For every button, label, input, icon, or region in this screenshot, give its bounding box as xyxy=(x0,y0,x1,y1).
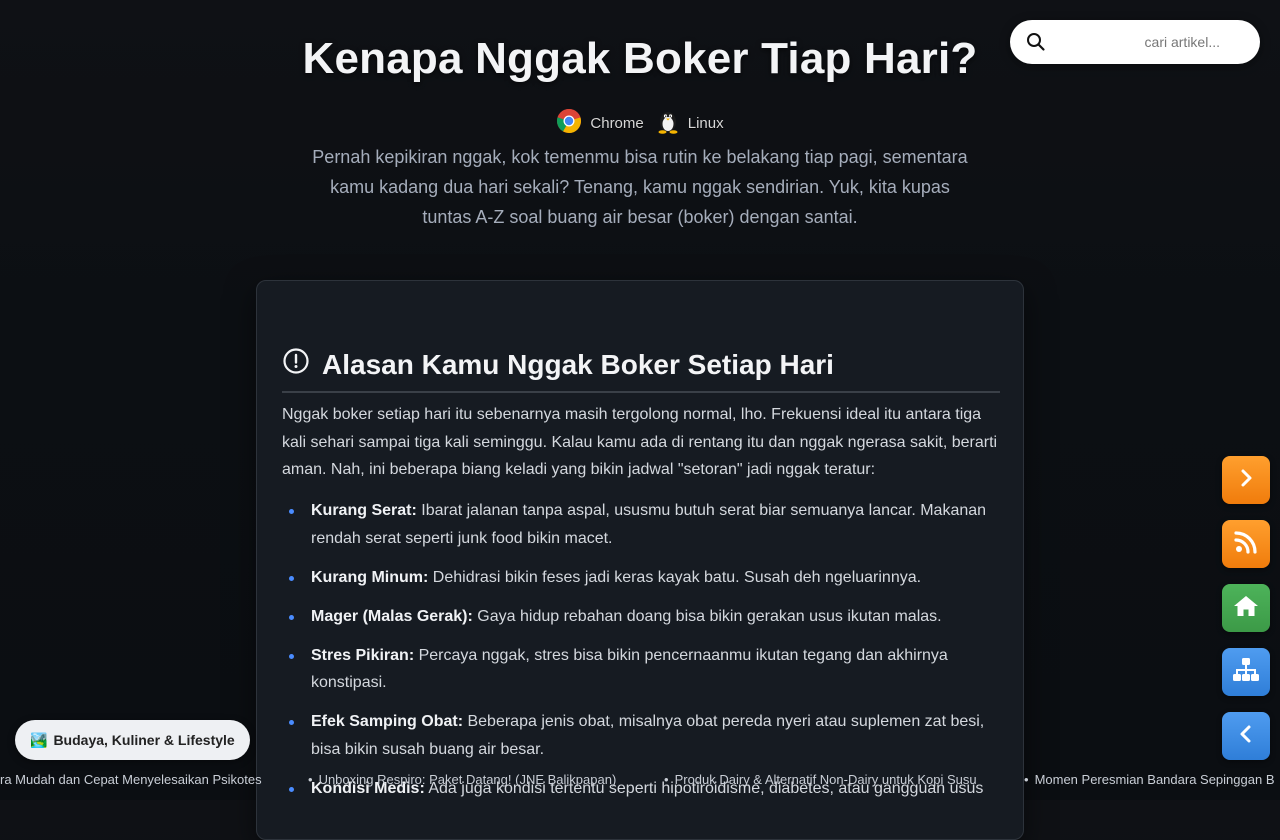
ticker-item[interactable]: ra Mudah dan Cepat Menyelesaikan Psikote… xyxy=(0,772,262,787)
list-item: Stres Pikiran: Percaya nggak, stres bisa… xyxy=(289,642,995,697)
platform-meta: Chrome Linux xyxy=(0,108,1280,138)
bullet xyxy=(289,653,294,659)
section-title: Alasan Kamu Nggak Boker Setiap Hari xyxy=(322,348,834,380)
rss-icon xyxy=(1233,529,1259,560)
bullet xyxy=(289,509,294,514)
ticker-item[interactable]: • Produk Dairy & Alternatif Non-Dairy unt… xyxy=(664,772,977,787)
bullet xyxy=(289,614,294,620)
intro-text: Pernah kepikiran nggak, kok temenmu bisa… xyxy=(312,147,968,227)
news-ticker: ra Mudah dan Cepat Menyelesaikan Psikote… xyxy=(0,770,1280,790)
category-label: Budaya, Kuliner & Lifestyle xyxy=(53,732,235,748)
next-button[interactable] xyxy=(1222,456,1270,504)
ticker-item[interactable]: • Momen Peresmian Bandara Sepinggan B xyxy=(1024,772,1275,787)
bullet xyxy=(289,575,294,581)
meta-label-chrome: Chrome xyxy=(590,114,644,132)
home-icon xyxy=(1232,594,1260,623)
meta-item-chrome: Chrome xyxy=(556,108,644,138)
search-icon xyxy=(1026,32,1046,52)
list-item: Kurang Minum: Dehidrasi bikin feses jadi… xyxy=(289,564,995,592)
reasons-list: Kurang Serat: Ibarat jalanan tanpa aspal… xyxy=(289,497,995,814)
landscape-emoji-icon: 🏞️ xyxy=(30,731,48,748)
list-item: Mager (Malas Gerak): Gaya hidup rebahan … xyxy=(289,603,995,631)
list-item: Kurang Serat: Ibarat jalanan tanpa aspal… xyxy=(289,497,995,552)
list-item: Efek Samping Obat: Beberapa jenis obat, … xyxy=(289,708,995,763)
list-item-term: Mager (Malas Gerak): xyxy=(311,607,473,625)
section-divider xyxy=(282,391,1000,393)
sitemap-icon xyxy=(1232,657,1260,688)
chevron-right-icon xyxy=(1235,467,1257,494)
list-item-text: Dehidrasi bikin feses jadi keras kayak b… xyxy=(432,568,922,586)
home-button[interactable] xyxy=(1222,584,1270,632)
article-paragraph: Nggak boker setiap hari itu sebenarnya m… xyxy=(282,406,998,478)
article-card: Alasan Kamu Nggak Boker Setiap Hari Ngga… xyxy=(256,280,1024,840)
meta-label-linux: Linux xyxy=(687,114,724,132)
bullet xyxy=(289,720,294,725)
chevron-left-icon xyxy=(1235,723,1257,750)
rss-button[interactable] xyxy=(1222,520,1270,568)
exclamation-circle-icon xyxy=(282,347,310,382)
meta-item-linux: Linux xyxy=(656,108,724,138)
category-chip[interactable]: 🏞️ Budaya, Kuliner & Lifestyle xyxy=(15,720,250,760)
sitemap-button[interactable] xyxy=(1222,648,1270,696)
search-input[interactable] xyxy=(1056,20,1246,64)
chrome-icon xyxy=(556,108,582,138)
list-item-term: Efek Samping Obat: xyxy=(311,713,464,730)
list-item-term: Kurang Minum: xyxy=(311,568,429,586)
search-box[interactable] xyxy=(1010,20,1260,64)
list-item-text: Gaya hidup rebahan doang bisa bikin gera… xyxy=(477,607,942,625)
list-item-term: Stres Pikiran: xyxy=(311,646,415,664)
section-heading: Alasan Kamu Nggak Boker Setiap Hari xyxy=(282,347,834,382)
list-item-term: Kurang Serat: xyxy=(311,502,417,519)
ticker-item[interactable]: • Unboxing Respiro: Paket Datang! (JNE Ba… xyxy=(308,772,616,787)
back-button[interactable] xyxy=(1222,712,1270,760)
linux-tux-icon xyxy=(656,108,680,138)
